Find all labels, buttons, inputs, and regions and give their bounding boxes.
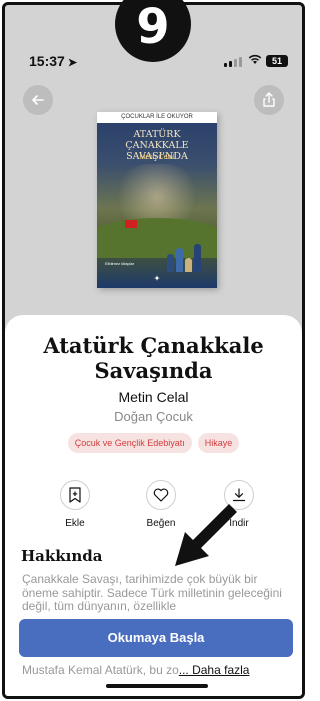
home-indicator	[106, 684, 208, 688]
about-text: Çanakkale Savaşı, tarihimizde çok büyük …	[22, 572, 282, 613]
about-clip: Çanakkale Savaşı, tarihimizde çok büyük …	[5, 315, 302, 655]
details-sheet: Atatürk Çanakkale Savaşında Metin Celal …	[5, 315, 302, 696]
cover-small-text: Elbilmez kitaplar	[105, 261, 135, 266]
share-button[interactable]	[254, 85, 284, 115]
phone-frame: 15:37 ➤ 51 ÇOCUKLAR İLE OKUYOR ATATÜRK ÇA…	[2, 2, 305, 699]
arrow-left-icon	[32, 95, 44, 105]
location-arrow-icon: ➤	[67, 57, 78, 69]
book-cover[interactable]: ÇOCUKLAR İLE OKUYOR ATATÜRK ÇANAKKALE SA…	[97, 112, 217, 288]
back-button[interactable]	[23, 85, 53, 115]
status-time: 15:37 ➤	[29, 53, 77, 69]
about-tail-text: Mustafa Kemal Atatürk, bu zo	[22, 663, 179, 677]
start-reading-button[interactable]: Okumaya Başla	[19, 619, 293, 657]
cover-series-text: ÇOCUKLAR İLE OKUYOR	[97, 112, 217, 123]
time-text: 15:37	[29, 53, 65, 69]
about-tail: Mustafa Kemal Atatürk, bu zo... Daha faz…	[22, 663, 290, 677]
signal-icon	[224, 57, 242, 67]
publisher-logo-icon: ✦	[153, 274, 161, 283]
battery-icon: 51	[266, 55, 288, 67]
cover-title-line1: ATATÜRK	[133, 129, 181, 140]
read-more-link[interactable]: ... Daha fazla	[179, 663, 250, 677]
cover-children	[167, 242, 203, 272]
wifi-icon	[248, 53, 262, 68]
cover-author: Metin Celal	[139, 154, 175, 161]
share-icon	[263, 92, 275, 107]
cover-flag-icon	[125, 220, 137, 228]
